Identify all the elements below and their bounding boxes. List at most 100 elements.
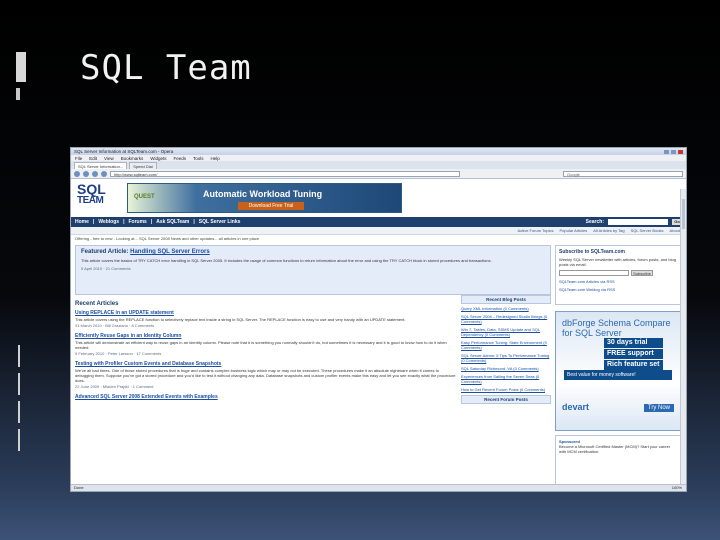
zoom-level[interactable]: 100% (672, 485, 686, 491)
tab-strip: SQL Server Information... Speed Dial (71, 161, 686, 169)
featured-text: This article covers the basics of TRY CA… (81, 258, 492, 263)
recent-articles: Recent Articles Using REPLACE in an UPDA… (75, 295, 457, 406)
slide-title: SQL Team (80, 48, 252, 88)
maximize-icon[interactable] (671, 149, 676, 154)
ad-bullet: Rich feature set (604, 360, 663, 370)
site-header: SQL TEAM QUEST Automatic Workload Tuning… (71, 179, 686, 217)
ticker-text: Offering - free to new - Looking at... S… (75, 236, 260, 241)
nav-links[interactable]: SQL Server Links (199, 219, 241, 225)
menu-view[interactable]: View (104, 156, 114, 161)
reload-icon[interactable] (92, 170, 98, 177)
tab-sqlteam[interactable]: SQL Server Information... (74, 162, 128, 169)
slide-side-markers (18, 345, 20, 457)
logo-line-2: TEAM (77, 195, 104, 206)
blog-post-link[interactable]: Query XML Information (0 Comments) (461, 306, 551, 311)
article-meta: 22 June 2009 · Mladen Prajdić · 1 Commen… (75, 384, 154, 389)
article-title[interactable]: Testing with Profiler Custom Events and … (75, 361, 457, 367)
sqlteam-logo[interactable]: SQL TEAM (77, 182, 119, 213)
slide-accent-bar-small (16, 88, 20, 100)
subnav-active-forum[interactable]: Active Forum Topics (518, 228, 554, 233)
featured-link[interactable]: Handling SQL Server Errors (130, 249, 210, 255)
article-item: Efficiently Reuse Gaps in an Identity Co… (75, 333, 457, 356)
email-field[interactable] (559, 270, 629, 276)
rss-articles-link[interactable]: SQLTeam.com Articles via RSS (559, 279, 677, 284)
featured-label: Featured Article: (81, 249, 129, 255)
search-input[interactable]: Google (563, 170, 683, 177)
ad-banner[interactable]: QUEST Automatic Workload Tuning Download… (127, 183, 402, 213)
ad-brand-logo: devart (562, 402, 590, 412)
blog-post-link[interactable]: SQL Server 2008 – Redesigned Studio Brin… (461, 314, 551, 324)
rss-weblog-link[interactable]: SQLTeam.com Weblog via RSS (559, 287, 677, 292)
sub-nav: Active Forum Topics Popular Articles All… (71, 227, 686, 235)
subnav-by-tag[interactable]: All Articles by Tag (593, 228, 624, 233)
close-icon[interactable] (678, 149, 683, 154)
menu-widgets[interactable]: Widgets (150, 156, 166, 161)
article-item: Using REPLACE in an UPDATE statement Thi… (75, 310, 457, 328)
site-search-input[interactable] (608, 219, 668, 225)
status-text: Done (74, 485, 84, 490)
content-area: Featured Article: Handling SQL Server Er… (71, 243, 686, 487)
sponsor-ad[interactable]: Sponsored Become a Microsoft Certified M… (555, 435, 681, 485)
subscribe-text: Weekly SQL Server newsletter with articl… (559, 257, 676, 267)
subnav-books[interactable]: SQL Server Books (631, 228, 664, 233)
tab-speed-dial[interactable]: Speed Dial (129, 162, 157, 169)
dbforge-ad[interactable]: dbForge Schema Compare for SQL Server 30… (555, 311, 681, 431)
subnav-about[interactable]: About (670, 228, 680, 233)
slide-accent-bar (16, 52, 26, 82)
banner-download-button[interactable]: Download Free Trial (238, 202, 304, 210)
site-nav: Home | Weblogs | Forums | Ask SQLTeam | SQL … (71, 217, 686, 227)
blog-heading: Recent Blog Posts (461, 295, 551, 304)
blog-column: Recent Blog Posts Query XML Information … (461, 295, 551, 406)
back-icon[interactable] (74, 170, 80, 177)
status-bar: Done 100% (71, 484, 686, 491)
address-bar[interactable]: http://www.sqlteam.com/ (110, 170, 460, 177)
article-meta: 31 March 2010 · Bill Graziano · 8 Commen… (75, 323, 155, 328)
nav-home[interactable]: Home (75, 219, 89, 225)
menu-edit[interactable]: Edit (89, 156, 97, 161)
slide-marker (18, 429, 20, 451)
subscribe-title: Subscribe to SQLTeam.com (559, 249, 625, 255)
article-title[interactable]: Using REPLACE in an UPDATE statement (75, 310, 457, 316)
right-column: Subscribe to SQLTeam.com Weekly SQL Serv… (555, 245, 681, 485)
minimize-icon[interactable] (664, 149, 669, 154)
blog-post-link[interactable]: SQL Saturday Richmond, VA (0 Comments) (461, 366, 551, 371)
menu-tools[interactable]: Tools (193, 156, 204, 161)
subnav-popular[interactable]: Popular Articles (559, 228, 587, 233)
site-search-label: Search: (585, 219, 604, 225)
article-title[interactable]: Efficiently Reuse Gaps in an Identity Co… (75, 333, 457, 339)
nav-ask[interactable]: Ask SQLTeam (156, 219, 189, 225)
ad-tagline: Best value for money software! (564, 370, 672, 380)
subscribe-form: Subscribe (559, 270, 677, 276)
scrollbar-thumb[interactable] (682, 199, 685, 229)
subscribe-button[interactable]: Subscribe (631, 270, 653, 276)
subscribe-box: Subscribe to SQLTeam.com Weekly SQL Serv… (555, 245, 681, 305)
featured-meta: 5 April 2010 · 21 Comments (81, 266, 131, 271)
nav-weblogs[interactable]: Weblogs (98, 219, 119, 225)
article-title[interactable]: Advanced SQL Server 2008 Extended Events… (75, 394, 457, 400)
menu-bookmarks[interactable]: Bookmarks (121, 156, 144, 161)
article-item: Advanced SQL Server 2008 Extended Events… (75, 394, 457, 400)
browser-screenshot: SQL Server Information at SQLTeam.com - … (70, 147, 687, 492)
slide-marker (18, 401, 20, 423)
menu-feeds[interactable]: Feeds (174, 156, 187, 161)
article-meta: 9 February 2010 · Peter Larsson · 17 Com… (75, 351, 162, 356)
menu-help[interactable]: Help (211, 156, 220, 161)
blog-post-link[interactable]: Win 7, Tables, Data, SSMS Update and SQL… (461, 327, 551, 337)
slide-marker (18, 373, 20, 395)
nav-forums[interactable]: Forums (128, 219, 146, 225)
home-icon[interactable] (101, 170, 107, 177)
sponsor-text: Become a Microsoft Certified Master (MCM… (559, 444, 671, 454)
page-scrollbar[interactable] (680, 189, 686, 484)
ad-bullet: 30 days trial (604, 338, 663, 348)
recent-articles-heading: Recent Articles (75, 301, 119, 307)
forward-icon[interactable] (83, 170, 89, 177)
blog-post-link[interactable]: Experiences from Sailing the Seven Seas … (461, 374, 551, 384)
blog-post-link[interactable]: Easy Performance Tuning: State Environme… (461, 340, 551, 350)
blog-post-link[interactable]: How to Get Recent Forum Posts (0 Comment… (461, 387, 551, 392)
blog-post-link[interactable]: SQL Server Admin: 5 Tips To Performance … (461, 353, 551, 363)
articles-section: Recent Articles Using REPLACE in an UPDA… (75, 295, 551, 406)
menu-file[interactable]: File (75, 156, 82, 161)
ad-try-button[interactable]: Try Now (643, 404, 674, 412)
featured-heading: Featured Article: Handling SQL Server Er… (81, 249, 545, 255)
article-desc: We've all had times. One of those stored… (75, 368, 456, 383)
